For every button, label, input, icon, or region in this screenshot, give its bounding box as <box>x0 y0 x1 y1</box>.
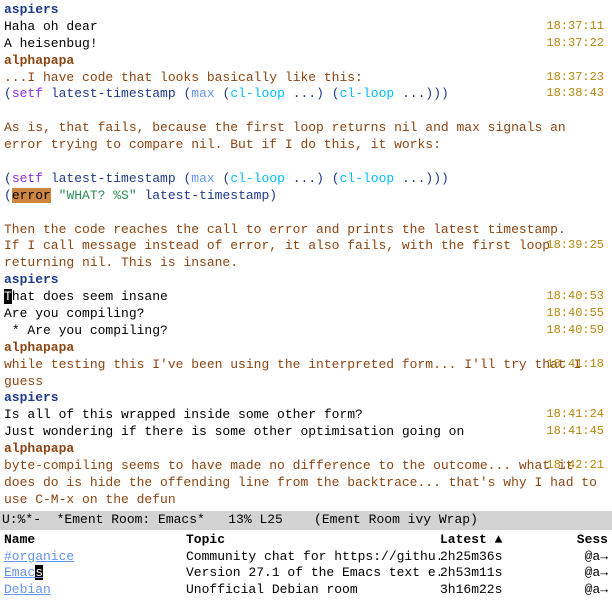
timestamp: 18:41:45 <box>546 424 604 440</box>
room-session: @a→ <box>546 565 608 582</box>
chat-line: (setf latest-timestamp (max (cl-loop ...… <box>4 171 608 188</box>
chat-line <box>4 154 608 171</box>
room-topic: Unofficial Debian room <box>186 582 440 599</box>
nick: aspiers <box>4 390 59 405</box>
room-session: @a→ <box>546 582 608 599</box>
chat-line: (error "WHAT? %S" latest-timestamp) <box>4 188 608 205</box>
room-latest: 2h25m36s <box>440 549 546 566</box>
room-latest: 2h53m11s <box>440 565 546 582</box>
chat-line: 18:41:18while testing this I've been usi… <box>4 357 608 391</box>
room-topic: Version 27.1 of the Emacs text e... <box>186 565 440 582</box>
timestamp: 18:42:21 <box>546 458 604 474</box>
chat-line <box>4 103 608 120</box>
timestamp: 18:37:23 <box>546 70 604 86</box>
timestamp: 18:41:24 <box>546 407 604 423</box>
text-cursor: s <box>35 565 43 580</box>
chat-line: 18:41:45Just wondering if there is some … <box>4 424 608 441</box>
room-list-header: NameTopicLatest ▲Sess <box>4 532 608 549</box>
timestamp: 18:41:18 <box>546 357 604 373</box>
chat-line: 18:40:59 * Are you compiling? <box>4 323 608 340</box>
chat-line: 18:40:55Are you compiling? <box>4 306 608 323</box>
nick: alphapapa <box>4 53 74 68</box>
timestamp: 18:40:59 <box>546 323 604 339</box>
room-row[interactable]: Debian Unofficial Debian room3h16m22s@a→ <box>4 582 608 599</box>
nick: alphapapa <box>4 340 74 355</box>
chat-line: 18:38:43(setf latest-timestamp (max (cl-… <box>4 86 608 103</box>
timestamp: 18:40:53 <box>546 289 604 305</box>
nick: aspiers <box>4 272 59 287</box>
chat-line: 18:37:22A heisenbug! <box>4 36 608 53</box>
text-cursor: T <box>4 289 12 304</box>
timestamp: 18:39:25 <box>546 238 604 254</box>
timestamp: 18:40:55 <box>546 306 604 322</box>
timestamp: 18:38:43 <box>546 86 604 102</box>
timestamp: 18:37:22 <box>546 36 604 52</box>
chat-line: 18:42:21byte-compiling seems to have mad… <box>4 458 608 509</box>
room-row[interactable]: Emacs Version 27.1 of the Emacs text e...… <box>4 565 608 582</box>
chat-line: 18:39:25If I call message instead of err… <box>4 238 608 272</box>
timestamp: 18:37:11 <box>546 19 604 35</box>
chat-line: Then the code reaches the call to error … <box>4 222 608 239</box>
chat-line: 18:41:24Is all of this wrapped inside so… <box>4 407 608 424</box>
room-row[interactable]: #organice Community chat for https://gith… <box>4 549 608 566</box>
modeline-chat: U:%*- *Ement Room: Emacs* 13% L25 (Ement… <box>0 511 612 530</box>
chat-line <box>4 205 608 222</box>
room-session: @a→ <box>546 549 608 566</box>
room-latest: 3h16m22s <box>440 582 546 599</box>
room-link[interactable]: Emacs <box>4 565 43 580</box>
chat-line: 18:37:11Haha oh dear <box>4 19 608 36</box>
nick: aspiers <box>4 2 59 17</box>
chat-pane: aspiers 18:37:11Haha oh dear18:37:22A hei… <box>0 0 612 511</box>
chat-line: 18:40:53That does seem insane <box>4 289 608 306</box>
room-list-pane: NameTopicLatest ▲Sess#organice Community … <box>0 530 612 600</box>
nick: alphapapa <box>4 441 74 456</box>
room-link[interactable]: #organice <box>4 549 74 564</box>
chat-line: 18:37:23...I have code that looks basica… <box>4 70 608 87</box>
room-link[interactable]: Debian <box>4 582 51 597</box>
chat-line: As is, that fails, because the first loo… <box>4 120 608 154</box>
room-topic: Community chat for https://githu... <box>186 549 440 566</box>
